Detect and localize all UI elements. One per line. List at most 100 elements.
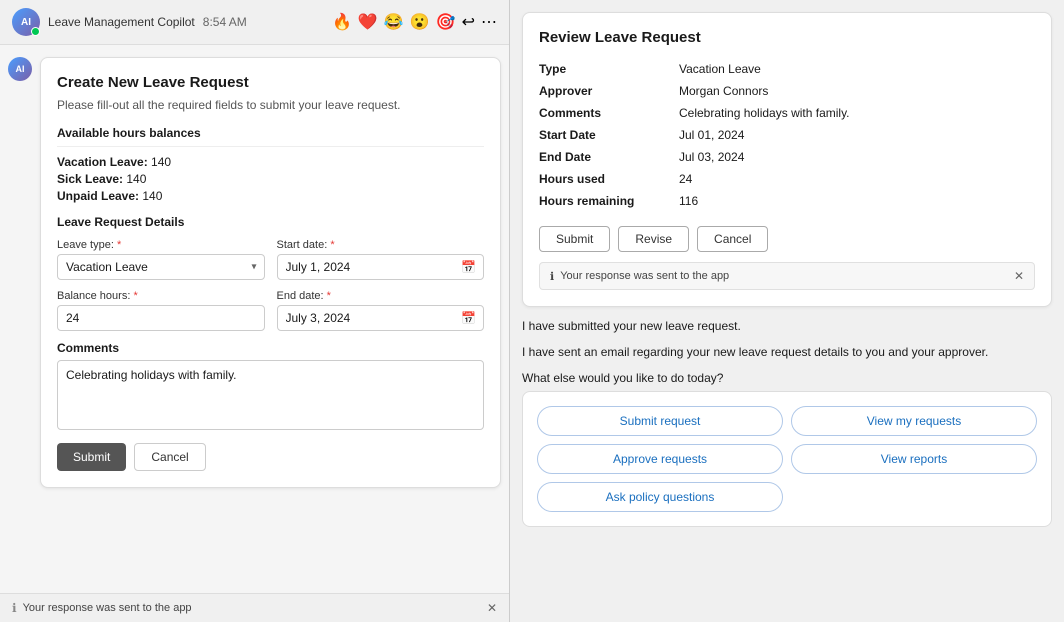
bot-avatar: AI bbox=[8, 57, 32, 81]
field-label-approver: Approver bbox=[539, 80, 679, 102]
field-value-hours-remaining: 116 bbox=[679, 190, 1035, 212]
table-row: Comments Celebrating holidays with famil… bbox=[539, 102, 1035, 124]
ask-policy-questions-button[interactable]: Ask policy questions bbox=[537, 482, 783, 512]
fire-emoji[interactable]: 🔥 bbox=[332, 12, 352, 32]
online-badge bbox=[31, 27, 40, 36]
reply-icon[interactable]: ↩ bbox=[462, 12, 475, 32]
leave-type-label: Leave type: * bbox=[57, 239, 265, 251]
field-value-approver: Morgan Connors bbox=[679, 80, 1035, 102]
table-row: End Date Jul 03, 2024 bbox=[539, 146, 1035, 168]
leave-request-form: Create New Leave Request Please fill-out… bbox=[40, 57, 501, 488]
info-icon: ℹ bbox=[12, 601, 17, 615]
chat-time: 8:54 AM bbox=[203, 15, 247, 29]
chat-header-icons: 🔥 ❤️ 😂 😮 🎯 ↩ ⋯ bbox=[332, 12, 497, 32]
leave-type-select[interactable]: Vacation Leave Sick Leave Unpaid Leave bbox=[57, 254, 265, 280]
vacation-balance: Vacation Leave: 140 bbox=[57, 155, 484, 169]
field-value-type: Vacation Leave bbox=[679, 58, 1035, 80]
form-row-1: Leave type: * Vacation Leave Sick Leave … bbox=[57, 239, 484, 280]
field-value-start-date: Jul 01, 2024 bbox=[679, 124, 1035, 146]
field-label-hours-used: Hours used bbox=[539, 168, 679, 190]
view-my-requests-button[interactable]: View my requests bbox=[791, 406, 1037, 436]
unpaid-balance: Unpaid Leave: 140 bbox=[57, 189, 484, 203]
leave-balances: Vacation Leave: 140 Sick Leave: 140 Unpa… bbox=[57, 155, 484, 203]
start-date-input[interactable] bbox=[277, 254, 485, 280]
review-card: Review Leave Request Type Vacation Leave… bbox=[522, 12, 1052, 307]
field-label-hours-remaining: Hours remaining bbox=[539, 190, 679, 212]
cancel-button[interactable]: Cancel bbox=[134, 443, 205, 471]
field-label-end-date: End Date bbox=[539, 146, 679, 168]
form-description: Please fill-out all the required fields … bbox=[57, 97, 484, 114]
leave-type-group: Leave type: * Vacation Leave Sick Leave … bbox=[57, 239, 265, 280]
field-value-comments: Celebrating holidays with family. bbox=[679, 102, 1035, 124]
chat-title: Leave Management Copilot bbox=[48, 15, 195, 29]
end-date-input[interactable] bbox=[277, 305, 485, 331]
review-close-icon[interactable]: ✕ bbox=[1014, 269, 1024, 283]
message-3: What else would you like to do today? bbox=[522, 369, 1052, 387]
required-star: * bbox=[117, 239, 121, 251]
field-label-type: Type bbox=[539, 58, 679, 80]
more-icon[interactable]: ⋯ bbox=[481, 12, 497, 32]
balance-hours-label: Balance hours: * bbox=[57, 290, 265, 302]
review-card-title: Review Leave Request bbox=[539, 29, 1035, 46]
field-value-hours-used: 24 bbox=[679, 168, 1035, 190]
chat-header: AI Leave Management Copilot 8:54 AM 🔥 ❤️… bbox=[0, 0, 509, 45]
balance-hours-group: Balance hours: * bbox=[57, 290, 265, 331]
avatar: AI bbox=[12, 8, 40, 36]
review-actions: Submit Revise Cancel bbox=[539, 226, 1035, 252]
balances-section-title: Available hours balances bbox=[57, 126, 484, 147]
sick-balance: Sick Leave: 140 bbox=[57, 172, 484, 186]
required-star-2: * bbox=[330, 239, 334, 251]
form-row-2: Balance hours: * End date: * 📅 bbox=[57, 290, 484, 331]
heart-emoji[interactable]: ❤️ bbox=[358, 12, 378, 32]
leave-type-select-wrapper: Vacation Leave Sick Leave Unpaid Leave ▾ bbox=[57, 254, 265, 280]
review-notification-bar: ℹ Your response was sent to the app ✕ bbox=[539, 262, 1035, 290]
table-row: Hours used 24 bbox=[539, 168, 1035, 190]
end-date-label: End date: * bbox=[277, 290, 485, 302]
field-label-start-date: Start Date bbox=[539, 124, 679, 146]
required-star-3: * bbox=[133, 290, 137, 302]
details-section-title: Leave Request Details bbox=[57, 215, 484, 229]
start-date-group: Start date: * 📅 bbox=[277, 239, 485, 280]
review-table: Type Vacation Leave Approver Morgan Conn… bbox=[539, 58, 1035, 212]
quick-actions-card: Submit request View my requests Approve … bbox=[522, 391, 1052, 527]
left-notification-bar: ℹ Your response was sent to the app ✕ bbox=[0, 593, 509, 622]
laugh-emoji[interactable]: 😂 bbox=[384, 12, 404, 32]
notification-text: Your response was sent to the app bbox=[23, 602, 192, 614]
right-panel: Review Leave Request Type Vacation Leave… bbox=[510, 0, 1064, 622]
required-star-4: * bbox=[327, 290, 331, 302]
view-reports-button[interactable]: View reports bbox=[791, 444, 1037, 474]
avatar-initials: AI bbox=[21, 17, 31, 28]
chat-body: AI Create New Leave Request Please fill-… bbox=[0, 45, 509, 593]
review-revise-button[interactable]: Revise bbox=[618, 226, 689, 252]
approve-requests-button[interactable]: Approve requests bbox=[537, 444, 783, 474]
field-value-end-date: Jul 03, 2024 bbox=[679, 146, 1035, 168]
table-row: Approver Morgan Connors bbox=[539, 80, 1035, 102]
message-1: I have submitted your new leave request. bbox=[522, 317, 1052, 335]
submit-button[interactable]: Submit bbox=[57, 443, 126, 471]
form-actions: Submit Cancel bbox=[57, 443, 484, 471]
chat-messages-right: I have submitted your new leave request.… bbox=[522, 317, 1052, 387]
quick-actions-grid: Submit request View my requests Approve … bbox=[537, 406, 1037, 512]
start-date-wrapper: 📅 bbox=[277, 254, 485, 280]
table-row: Hours remaining 116 bbox=[539, 190, 1035, 212]
table-row: Start Date Jul 01, 2024 bbox=[539, 124, 1035, 146]
review-info-icon: ℹ bbox=[550, 270, 554, 283]
comments-textarea[interactable]: Celebrating holidays with family. bbox=[57, 360, 484, 430]
balance-hours-input[interactable] bbox=[57, 305, 265, 331]
review-submit-button[interactable]: Submit bbox=[539, 226, 610, 252]
review-notification-text: Your response was sent to the app bbox=[560, 270, 729, 282]
left-panel: AI Leave Management Copilot 8:54 AM 🔥 ❤️… bbox=[0, 0, 510, 622]
close-notification-icon[interactable]: ✕ bbox=[487, 601, 497, 615]
message-2: I have sent an email regarding your new … bbox=[522, 343, 1052, 361]
field-label-comments: Comments bbox=[539, 102, 679, 124]
table-row: Type Vacation Leave bbox=[539, 58, 1035, 80]
end-date-wrapper: 📅 bbox=[277, 305, 485, 331]
wow-emoji[interactable]: 😮 bbox=[410, 12, 430, 32]
form-title: Create New Leave Request bbox=[57, 74, 484, 91]
start-date-label: Start date: * bbox=[277, 239, 485, 251]
end-date-group: End date: * 📅 bbox=[277, 290, 485, 331]
submit-request-button[interactable]: Submit request bbox=[537, 406, 783, 436]
review-cancel-button[interactable]: Cancel bbox=[697, 226, 768, 252]
target-emoji[interactable]: 🎯 bbox=[436, 12, 456, 32]
comments-label: Comments bbox=[57, 341, 484, 355]
